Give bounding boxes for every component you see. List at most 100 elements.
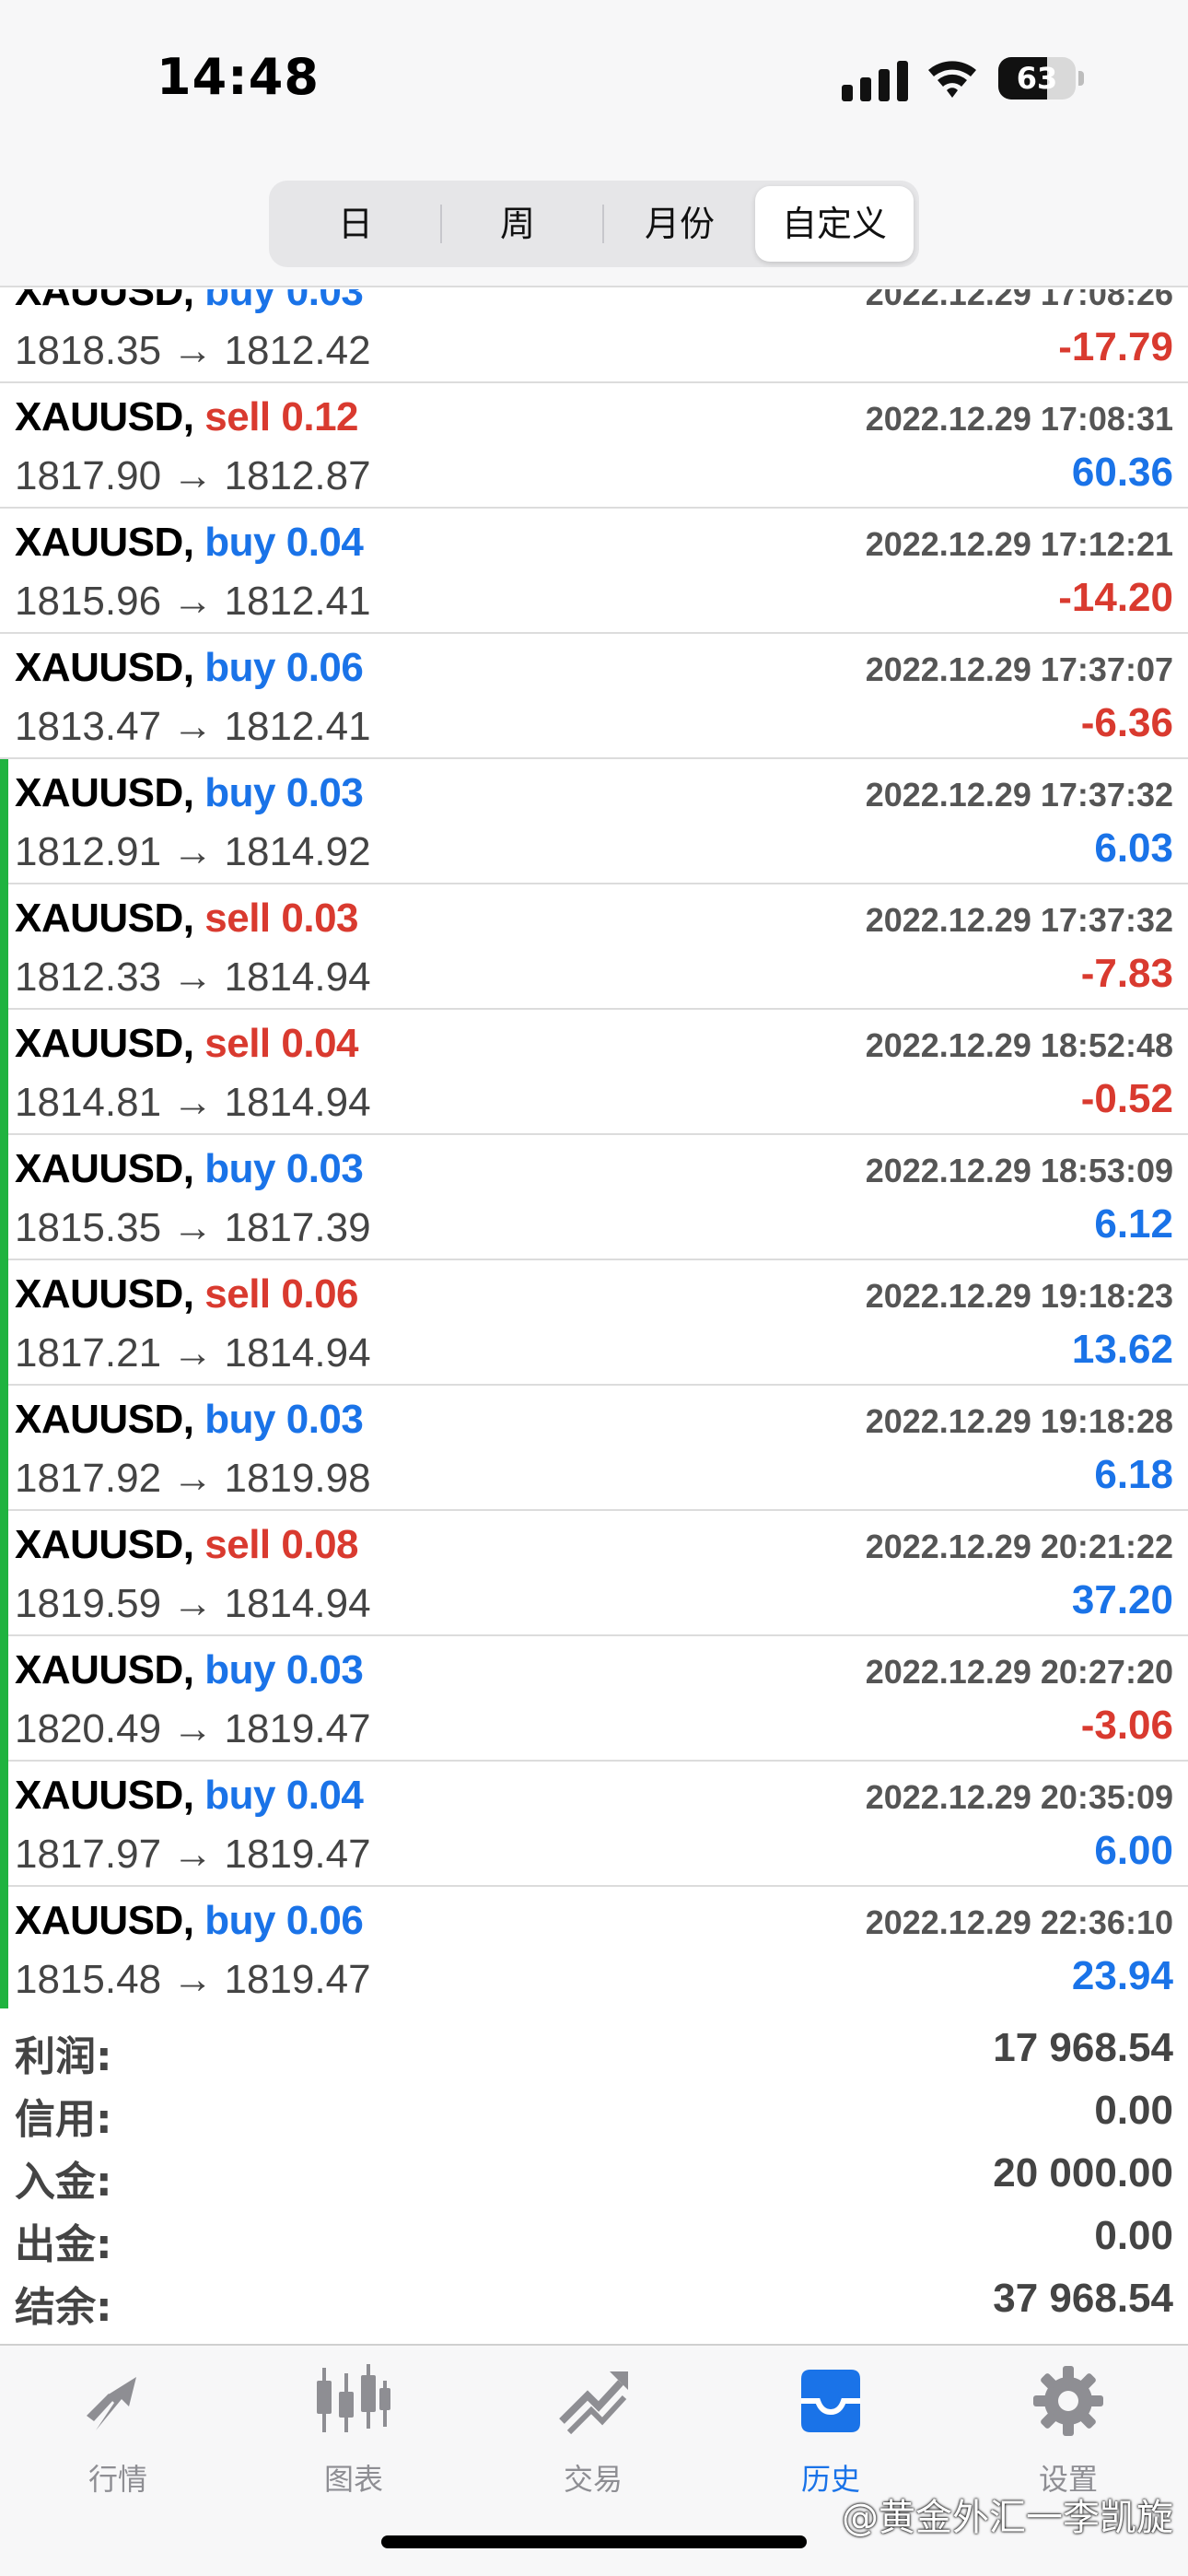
trade-symbol: XAUUSD, xyxy=(15,394,194,439)
summary-row: 出金: 0.00 xyxy=(0,2206,1188,2268)
trade-side: buy xyxy=(204,770,275,815)
trade-title: XAUUSD, sell 0.08 xyxy=(15,1522,359,1568)
trade-volume: 0.12 xyxy=(281,394,359,439)
trade-profit: 13.62 xyxy=(1071,1327,1173,1372)
summary-value: 0.00 xyxy=(1094,2213,1173,2258)
chart-icon xyxy=(317,2364,390,2432)
trade-row[interactable]: XAUUSD, sell 0.03 2022.12.29 17:37:32 1812… xyxy=(0,884,1188,1010)
trade-prices: 1817.97 → 1819.47 xyxy=(15,1832,371,1877)
summary-value: 37 968.54 xyxy=(993,2276,1173,2321)
trade-title: XAUUSD, sell 0.06 xyxy=(15,1271,359,1317)
trade-row[interactable]: XAUUSD, buy 0.03 2022.12.29 20:27:20 1820.… xyxy=(0,1636,1188,1762)
trade-volume: 0.08 xyxy=(281,1522,359,1567)
trade-title: XAUUSD, buy 0.06 xyxy=(15,1898,364,1944)
trade-title: XAUUSD, buy 0.03 xyxy=(15,1397,364,1443)
trade-row[interactable]: XAUUSD, buy 0.03 2022.12.29 17:08:26 1818.… xyxy=(0,289,1188,383)
trade-symbol: XAUUSD, xyxy=(15,1021,194,1066)
account-summary: 利润: 17 968.54 信用: 0.00 入金: 20 000.00 出金: 0.00 结余… xyxy=(0,2010,1188,2342)
summary-label: 入金: xyxy=(15,2159,112,2206)
wifi-icon xyxy=(928,61,976,98)
battery-percent: 63 xyxy=(1016,61,1058,96)
trade-row[interactable]: XAUUSD, buy 0.03 2022.12.29 17:37:32 1812.… xyxy=(0,759,1188,884)
summary-row: 入金: 20 000.00 xyxy=(0,2143,1188,2206)
trade-row[interactable]: XAUUSD, buy 0.03 2022.12.29 19:18:28 1817.… xyxy=(0,1386,1188,1511)
trade-time: 2022.12.29 20:27:20 xyxy=(865,1653,1173,1691)
trade-side: buy xyxy=(204,520,275,565)
trade-time: 2022.12.29 17:12:21 xyxy=(865,525,1173,563)
cellular-signal-icon xyxy=(842,61,908,101)
trade-symbol: XAUUSD, xyxy=(15,896,194,941)
trade-title: XAUUSD, sell 0.12 xyxy=(15,394,359,440)
trade-profit: -3.06 xyxy=(1080,1703,1173,1748)
quotes-icon xyxy=(87,2377,136,2430)
trade-row[interactable]: XAUUSD, buy 0.04 2022.12.29 20:35:09 1817.… xyxy=(0,1762,1188,1887)
trade-title: XAUUSD, buy 0.03 xyxy=(15,770,364,816)
trade-side: buy xyxy=(204,1647,275,1692)
trade-volume: 0.03 xyxy=(281,896,359,941)
trade-row[interactable]: XAUUSD, buy 0.03 2022.12.29 18:53:09 1815.… xyxy=(0,1135,1188,1260)
trade-row[interactable]: XAUUSD, buy 0.06 2022.12.29 17:37:07 1813.… xyxy=(0,634,1188,759)
tab-chart[interactable]: 图表 xyxy=(262,2364,446,2521)
trade-time: 2022.12.29 20:35:09 xyxy=(865,1778,1173,1816)
trade-prices: 1817.21 → 1814.94 xyxy=(15,1330,371,1376)
trade-prices: 1820.49 → 1819.47 xyxy=(15,1706,371,1751)
trade-profit: 6.18 xyxy=(1094,1452,1173,1497)
trade-volume: 0.06 xyxy=(285,645,364,690)
trade-icon xyxy=(559,2371,628,2435)
trade-profit: 60.36 xyxy=(1071,450,1173,495)
trade-time: 2022.12.29 22:36:10 xyxy=(865,1903,1173,1941)
tab-trade[interactable]: 交易 xyxy=(501,2364,685,2521)
trade-time: 2022.12.29 17:37:32 xyxy=(865,776,1173,814)
period-tab-month[interactable]: 月份 xyxy=(600,186,759,262)
trade-row[interactable]: XAUUSD, sell 0.04 2022.12.29 18:52:48 1814… xyxy=(0,1010,1188,1135)
trade-time: 2022.12.29 17:08:26 xyxy=(865,289,1173,312)
watermark-text: @黄金外汇一李凯旋 xyxy=(842,2497,1173,2539)
home-indicator[interactable] xyxy=(381,2535,807,2548)
summary-label: 利润: xyxy=(15,2033,112,2080)
trade-symbol: XAUUSD, xyxy=(15,1146,194,1191)
trade-row[interactable]: XAUUSD, sell 0.06 2022.12.29 19:18:23 1817… xyxy=(0,1260,1188,1386)
trade-side: sell xyxy=(204,896,271,941)
summary-label: 信用: xyxy=(15,2096,112,2143)
trade-side: buy xyxy=(204,1397,275,1442)
trade-title: XAUUSD, buy 0.04 xyxy=(15,1773,364,1819)
settings-icon xyxy=(1033,2366,1103,2436)
trade-row[interactable]: XAUUSD, buy 0.04 2022.12.29 17:12:21 1815.… xyxy=(0,509,1188,634)
trade-profit: 6.12 xyxy=(1094,1201,1173,1247)
trade-row[interactable]: XAUUSD, sell 0.12 2022.12.29 17:08:31 1817… xyxy=(0,383,1188,509)
trade-row[interactable]: XAUUSD, buy 0.06 2022.12.29 22:36:10 1815.… xyxy=(0,1887,1188,2008)
trade-time: 2022.12.29 18:53:09 xyxy=(865,1152,1173,1189)
trade-profit: 37.20 xyxy=(1071,1577,1173,1622)
trade-volume: 0.03 xyxy=(285,770,364,815)
trade-prices: 1819.59 → 1814.94 xyxy=(15,1581,371,1626)
period-tab-custom[interactable]: 自定义 xyxy=(755,186,914,262)
summary-label: 出金: xyxy=(15,2221,112,2268)
trade-time: 2022.12.29 19:18:28 xyxy=(865,1402,1173,1440)
summary-row: 利润: 17 968.54 xyxy=(0,2018,1188,2080)
trade-profit: -6.36 xyxy=(1080,700,1173,745)
period-tab-week[interactable]: 周 xyxy=(438,186,597,262)
trade-row[interactable]: XAUUSD, sell 0.08 2022.12.29 20:21:22 1819… xyxy=(0,1511,1188,1636)
trade-side: sell xyxy=(204,1271,271,1317)
trade-symbol: XAUUSD, xyxy=(15,645,194,690)
trade-symbol: XAUUSD, xyxy=(15,1647,194,1692)
period-tab-day[interactable]: 日 xyxy=(276,186,435,262)
trade-side: buy xyxy=(204,1898,275,1943)
trade-title: XAUUSD, buy 0.06 xyxy=(15,645,364,691)
trade-symbol: XAUUSD, xyxy=(15,1898,194,1943)
trade-profit: -14.20 xyxy=(1058,575,1173,620)
trade-time: 2022.12.29 18:52:48 xyxy=(865,1026,1173,1064)
tab-quotes[interactable]: 行情 xyxy=(26,2364,210,2521)
trade-side: sell xyxy=(204,394,271,439)
trade-symbol: XAUUSD, xyxy=(15,1397,194,1442)
trade-prices: 1815.96 → 1812.41 xyxy=(15,579,371,624)
trade-prices: 1814.81 → 1814.94 xyxy=(15,1080,371,1125)
summary-label: 结余: xyxy=(15,2284,112,2331)
trade-profit: -0.52 xyxy=(1080,1076,1173,1121)
trade-volume: 0.04 xyxy=(285,1773,364,1818)
trade-history-list[interactable]: XAUUSD, buy 0.03 2022.12.29 17:08:26 1818.… xyxy=(0,289,1188,2008)
battery-icon: 63 xyxy=(998,57,1084,100)
history-icon xyxy=(801,2370,860,2432)
trade-title: XAUUSD, sell 0.03 xyxy=(15,896,359,942)
trade-title: XAUUSD, sell 0.04 xyxy=(15,1021,359,1067)
